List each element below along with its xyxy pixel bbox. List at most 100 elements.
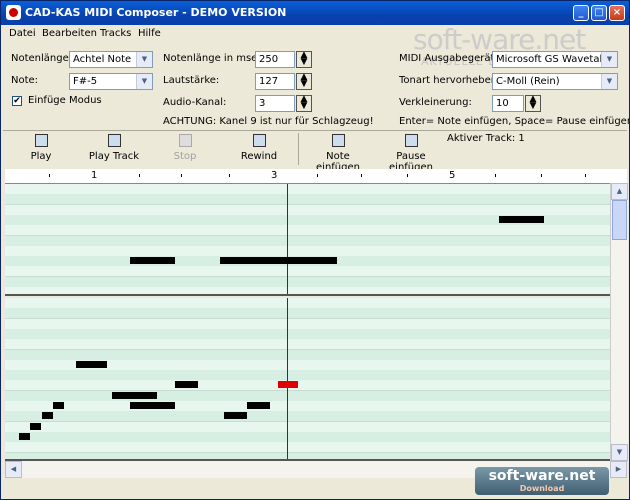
note-value: F#-5	[73, 76, 98, 87]
scroll-thumb[interactable]	[612, 200, 627, 240]
channel-input[interactable]: 3	[255, 95, 295, 112]
keyboard-hint: Enter= Note einfügen, Space= Pause einfü…	[399, 116, 630, 127]
main-window: CAD-KAS MIDI Composer - DEMO VERSION _ □…	[0, 0, 630, 500]
note-block[interactable]	[247, 402, 270, 409]
play-track-label: Play Track	[88, 151, 140, 162]
menu-datei[interactable]: Datei	[9, 28, 36, 39]
chevron-down-icon: ▼	[601, 52, 617, 67]
note-block[interactable]	[130, 402, 175, 409]
note-lane[interactable]	[5, 308, 610, 319]
title-bar: CAD-KAS MIDI Composer - DEMO VERSION _ □…	[1, 1, 629, 25]
note-lane[interactable]	[5, 380, 610, 391]
toolbar-separator	[3, 130, 627, 131]
play-track-icon	[107, 134, 121, 147]
insert-mode-label: Einfüge Modus	[28, 95, 102, 106]
toolbar-divider	[298, 133, 299, 165]
scroll-left-button[interactable]: ◀	[5, 461, 22, 478]
watermark-badge-sub: Download	[519, 484, 565, 493]
pane-divider	[5, 294, 610, 296]
note-block[interactable]	[175, 381, 198, 388]
note-lane[interactable]	[5, 339, 610, 350]
notenlaenge-value: Achtel Note	[73, 54, 132, 65]
insert-note-button[interactable]: Note einfügen	[306, 134, 370, 173]
volume-label: Lautstärke:	[163, 75, 220, 86]
app-icon	[6, 5, 21, 20]
stop-icon	[178, 134, 192, 147]
note-block[interactable]	[112, 392, 157, 399]
insert-note-icon	[331, 134, 345, 147]
rewind-icon	[252, 134, 266, 147]
note-block[interactable]	[19, 433, 30, 440]
active-track-label: Aktiver Track: 1	[447, 133, 525, 144]
channel-spinner[interactable]: ▲ ▼	[296, 95, 312, 112]
play-track-button[interactable]: Play Track	[87, 134, 141, 162]
midi-output-select[interactable]: Microsoft GS Wavetable S ▼	[492, 51, 618, 68]
chevron-down-icon: ▼	[136, 52, 152, 67]
note-block[interactable]	[499, 216, 544, 223]
zoom-label: Verkleinerung:	[399, 97, 472, 108]
insert-pause-icon	[404, 134, 418, 147]
ms-spinner[interactable]: ▲ ▼	[296, 51, 312, 68]
note-block[interactable]	[53, 402, 64, 409]
volume-spinner[interactable]: ▲ ▼	[296, 73, 312, 90]
ruler-label: 3	[271, 170, 278, 181]
note-select[interactable]: F#-5 ▼	[69, 73, 153, 90]
chevron-down-icon: ▼	[601, 74, 617, 89]
stop-button[interactable]: Stop	[169, 134, 201, 162]
ruler-label: 1	[91, 170, 98, 181]
menu-hilfe[interactable]: Hilfe	[138, 28, 161, 39]
note-block[interactable]	[220, 257, 337, 264]
key-select[interactable]: C-Moll (Rein) ▼	[492, 73, 618, 90]
midi-output-label: MIDI Ausgabegerät:	[399, 53, 498, 64]
insert-mode-checkbox[interactable]: ✔	[12, 96, 22, 106]
midi-output-value: Microsoft GS Wavetable S	[496, 54, 618, 65]
key-label: Tonart hervorheben:	[399, 75, 501, 86]
piano-roll-lower[interactable]	[5, 298, 610, 461]
channel-label: Audio-Kanal:	[163, 97, 227, 108]
scroll-right-button[interactable]: ▶	[610, 461, 627, 478]
watermark-badge-text: soft-ware.net	[488, 468, 596, 484]
note-label: Note:	[11, 75, 39, 86]
note-block[interactable]	[224, 412, 247, 419]
close-button[interactable]: ×	[609, 5, 625, 21]
ms-label: Notenlänge in msek:	[163, 53, 267, 64]
note-block[interactable]	[30, 423, 41, 430]
note-lane[interactable]	[5, 266, 610, 277]
ruler-label: 5	[449, 170, 456, 181]
window-title: CAD-KAS MIDI Composer - DEMO VERSION	[25, 6, 287, 19]
chevron-down-icon: ▼	[136, 74, 152, 89]
note-lane[interactable]	[5, 442, 610, 453]
note-block[interactable]	[76, 361, 107, 368]
note-block[interactable]	[42, 412, 53, 419]
stop-label: Stop	[173, 151, 197, 162]
vertical-scrollbar[interactable]: ▲ ▼	[610, 183, 628, 461]
menu-bearbeiten[interactable]: Bearbeiten	[42, 28, 97, 39]
selected-note[interactable]	[278, 381, 298, 388]
note-block[interactable]	[130, 257, 175, 264]
volume-input[interactable]: 127	[255, 73, 295, 90]
scroll-up-button[interactable]: ▲	[611, 183, 628, 200]
playhead-line	[287, 298, 288, 461]
watermark-badge: soft-ware.net Download	[475, 467, 609, 495]
channel-warning: ACHTUNG: Kanel 9 ist nur für Schlagzeug!	[163, 116, 374, 127]
piano-roll-upper[interactable]	[5, 184, 610, 296]
menu-tracks[interactable]: Tracks	[100, 28, 131, 39]
play-label: Play	[30, 151, 52, 162]
zoom-input[interactable]: 10	[492, 95, 524, 112]
ms-input[interactable]: 250	[255, 51, 295, 68]
maximize-button[interactable]: □	[591, 5, 607, 21]
note-lane[interactable]	[5, 411, 610, 422]
notenlaenge-select[interactable]: Achtel Note ▼	[69, 51, 153, 68]
time-ruler: 1 3 5	[5, 169, 627, 184]
minimize-button[interactable]: _	[573, 5, 589, 21]
insert-pause-button[interactable]: Pause einfügen	[375, 134, 447, 173]
rewind-label: Rewind	[240, 151, 278, 162]
play-button[interactable]: Play	[25, 134, 57, 162]
zoom-spinner[interactable]: ▲ ▼	[525, 95, 541, 112]
playhead-line	[287, 184, 288, 296]
note-lane[interactable]	[5, 194, 610, 205]
notenlaenge-label: Notenlänge:	[11, 53, 73, 64]
note-lane[interactable]	[5, 225, 610, 236]
scroll-down-button[interactable]: ▼	[611, 444, 628, 461]
rewind-button[interactable]: Rewind	[239, 134, 279, 162]
